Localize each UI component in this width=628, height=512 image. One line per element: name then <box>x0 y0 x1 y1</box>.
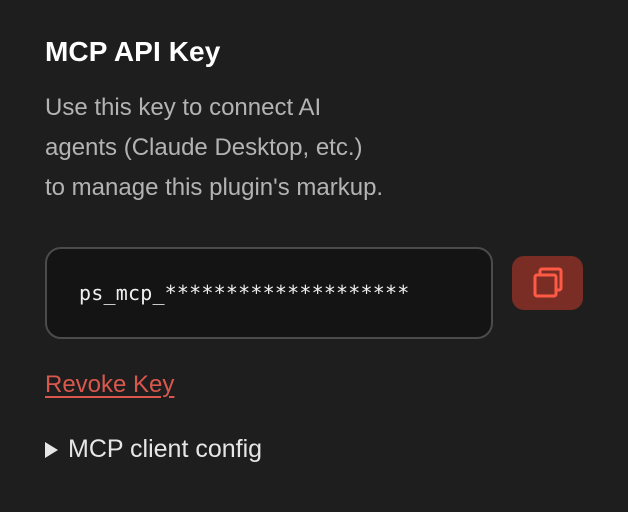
description-line: to manage this plugin's markup. <box>45 174 384 201</box>
copy-icon <box>533 267 562 298</box>
api-key-value: ps_mcp_******************** <box>79 281 410 305</box>
mcp-api-key-panel: MCP API Key Use this key to connect AI a… <box>0 0 628 512</box>
revoke-key-link[interactable]: Revoke Key <box>45 371 174 399</box>
mcp-client-config-toggle[interactable]: MCP client config <box>45 435 262 464</box>
section-description: Use this key to connect AI agents (Claud… <box>45 88 515 208</box>
mcp-client-config-label: MCP client config <box>68 435 263 463</box>
copy-key-button[interactable] <box>512 256 583 310</box>
description-line: Use this key to connect AI <box>45 94 322 121</box>
description-line: agents (Claude Desktop, etc.) <box>45 134 363 161</box>
disclosure-triangle-icon <box>45 441 58 458</box>
section-title: MCP API Key <box>45 36 221 67</box>
api-key-field[interactable]: ps_mcp_******************** <box>45 247 493 339</box>
